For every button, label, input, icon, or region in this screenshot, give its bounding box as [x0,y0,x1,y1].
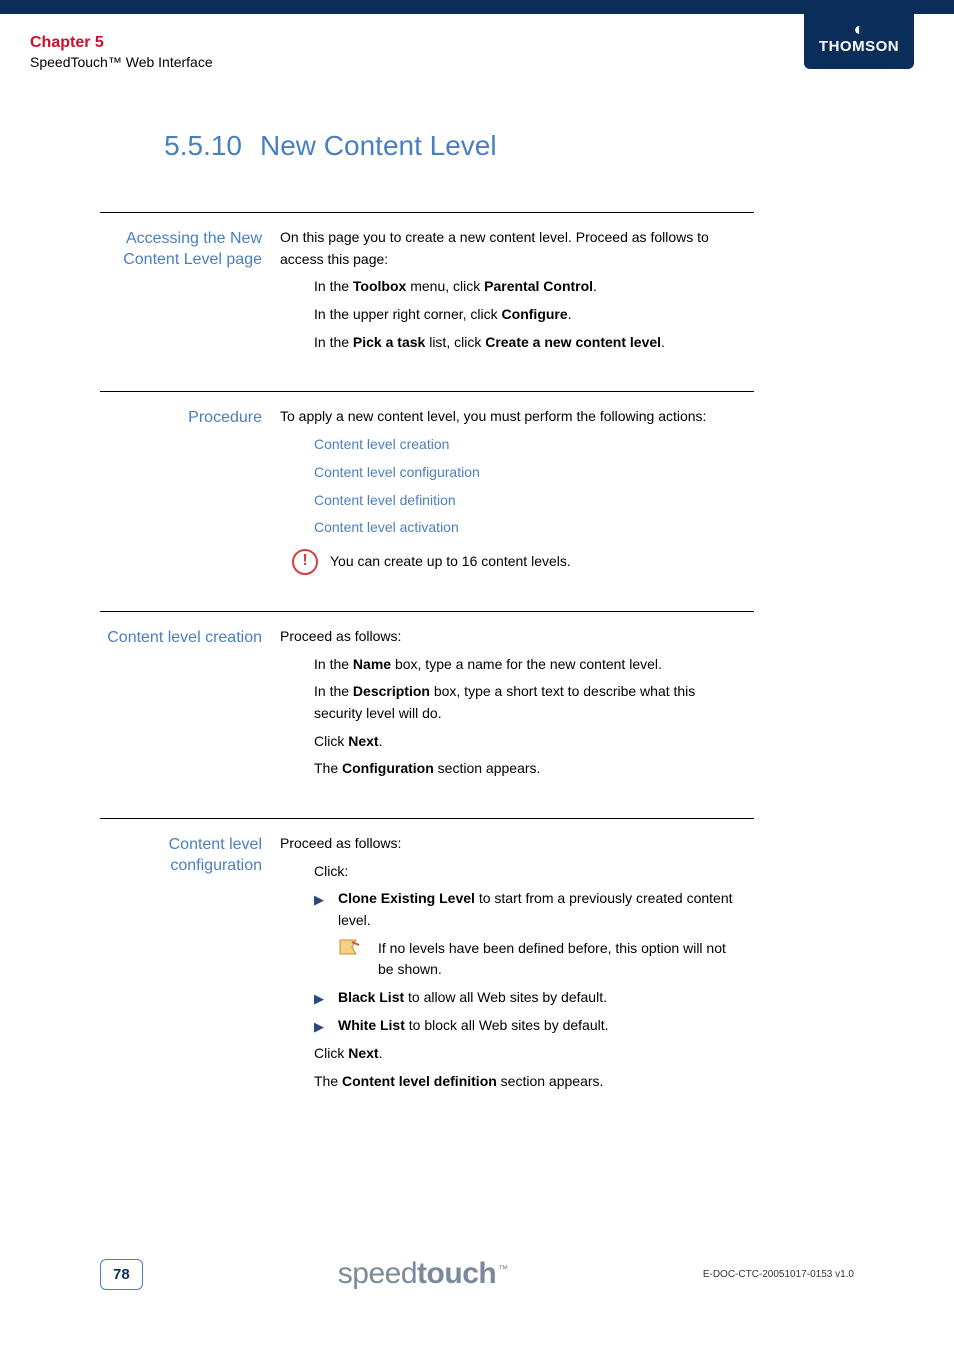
section-procedure: Procedure To apply a new content level, … [100,391,754,596]
triangle-right-icon: ▶ [314,888,338,910]
page-header: Chapter 5 SpeedTouch™ Web Interface ◐ TH… [0,14,954,70]
side-label-procedure: Procedure [100,406,280,578]
config-bullet2: ▶ Black List to allow all Web sites by d… [314,987,734,1009]
config-step-result: The Content level definition section app… [314,1071,734,1093]
thomson-logo: ◐ THOMSON [804,14,914,69]
creation-step4: The Configuration section appears. [314,758,734,780]
page-number: 78 [100,1259,143,1290]
chapter-block: Chapter 5 SpeedTouch™ Web Interface [30,34,213,70]
triangle-right-icon: ▶ [314,1015,338,1037]
procedure-note: ! You can create up to 16 content levels… [280,549,734,575]
top-bar [0,0,954,14]
section-creation: Content level creation Proceed as follow… [100,611,754,804]
procedure-note-text: You can create up to 16 content levels. [330,551,571,573]
document-id: E-DOC-CTC-20051017-0153 v1.0 [703,1269,854,1280]
config-bullet1: ▶ Clone Existing Level to start from a p… [314,888,734,931]
main-title: 5.5.10 New Content Level [0,130,954,162]
section-number: 5.5.10 [0,130,260,162]
config-step-next: Click Next. [314,1043,734,1065]
accessing-step3: In the Pick a task list, click Create a … [314,332,734,354]
section-configuration: Content level configuration Proceed as f… [100,818,754,1117]
chapter-subtitle: SpeedTouch™ Web Interface [30,54,213,70]
page-footer: 78 speedtouch™ E-DOC-CTC-20051017-0153 v… [0,1257,954,1291]
config-click: Click: [314,861,734,883]
config-note1: If no levels have been defined before, t… [338,938,734,981]
section-accessing: Accessing the New Content Level page On … [100,212,754,377]
note-flag-icon [338,938,378,963]
creation-step3: Click Next. [314,731,734,753]
speedtouch-logo: speedtouch™ [338,1257,508,1291]
config-bullet3: ▶ White List to block all Web sites by d… [314,1015,734,1037]
accessing-intro: On this page you to create a new content… [280,227,734,270]
procedure-link3[interactable]: Content level definition [314,490,734,512]
globe-icon: ◐ [818,20,900,38]
procedure-link4[interactable]: Content level activation [314,517,734,539]
side-label-creation: Content level creation [100,626,280,786]
creation-intro: Proceed as follows: [280,626,734,648]
side-label-accessing: Accessing the New Content Level page [100,227,280,359]
section-title: New Content Level [260,130,497,162]
creation-step2: In the Description box, type a short tex… [314,681,734,724]
body-creation: Proceed as follows: In the Name box, typ… [280,626,754,786]
side-label-configuration: Content level configuration [100,833,280,1099]
content: Accessing the New Content Level page On … [0,212,954,1117]
triangle-right-icon: ▶ [314,987,338,1009]
warning-icon: ! [280,549,330,575]
procedure-link1[interactable]: Content level creation [314,434,734,456]
body-accessing: On this page you to create a new content… [280,227,754,359]
body-configuration: Proceed as follows: Click: ▶ Clone Exist… [280,833,754,1099]
procedure-intro: To apply a new content level, you must p… [280,406,734,428]
config-intro: Proceed as follows: [280,833,734,855]
body-procedure: To apply a new content level, you must p… [280,406,754,578]
accessing-step2: In the upper right corner, click Configu… [314,304,734,326]
procedure-link2[interactable]: Content level configuration [314,462,734,484]
config-note1-text: If no levels have been defined before, t… [378,938,734,981]
chapter-title: Chapter 5 [30,34,213,52]
creation-step1: In the Name box, type a name for the new… [314,654,734,676]
accessing-step1: In the Toolbox menu, click Parental Cont… [314,276,734,298]
brand-name: THOMSON [818,38,900,55]
